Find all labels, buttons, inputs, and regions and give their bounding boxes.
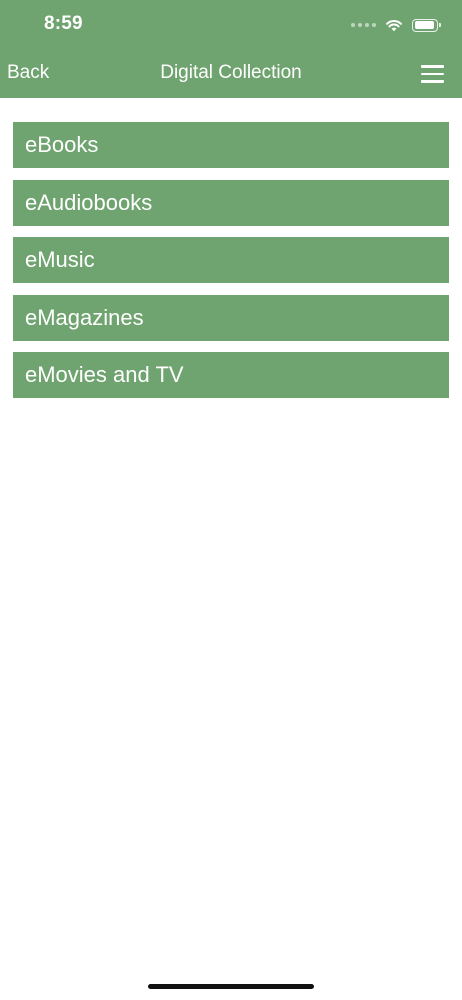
hamburger-menu-icon[interactable] [421,65,444,83]
list-item-ebooks[interactable]: eBooks [13,122,449,168]
list-item-emovies-and-tv[interactable]: eMovies and TV [13,352,449,398]
list-item-eaudiobooks[interactable]: eAudiobooks [13,179,449,226]
status-time: 8:59 [44,13,83,34]
page-title: Digital Collection [160,62,302,83]
back-button[interactable]: Back [7,62,49,84]
wifi-icon [386,19,402,32]
collection-list: eBooks eAudiobooks eMusic eMagazines eMo… [13,122,449,410]
status-icons [351,15,441,35]
list-item-emusic[interactable]: eMusic [13,237,449,283]
home-indicator[interactable] [148,984,314,989]
battery-icon [412,18,441,32]
list-item-emagazines[interactable]: eMagazines [13,294,449,341]
cellular-signal-icon [351,23,376,27]
nav-header: 8:59 Back Digital Collection [0,0,462,98]
